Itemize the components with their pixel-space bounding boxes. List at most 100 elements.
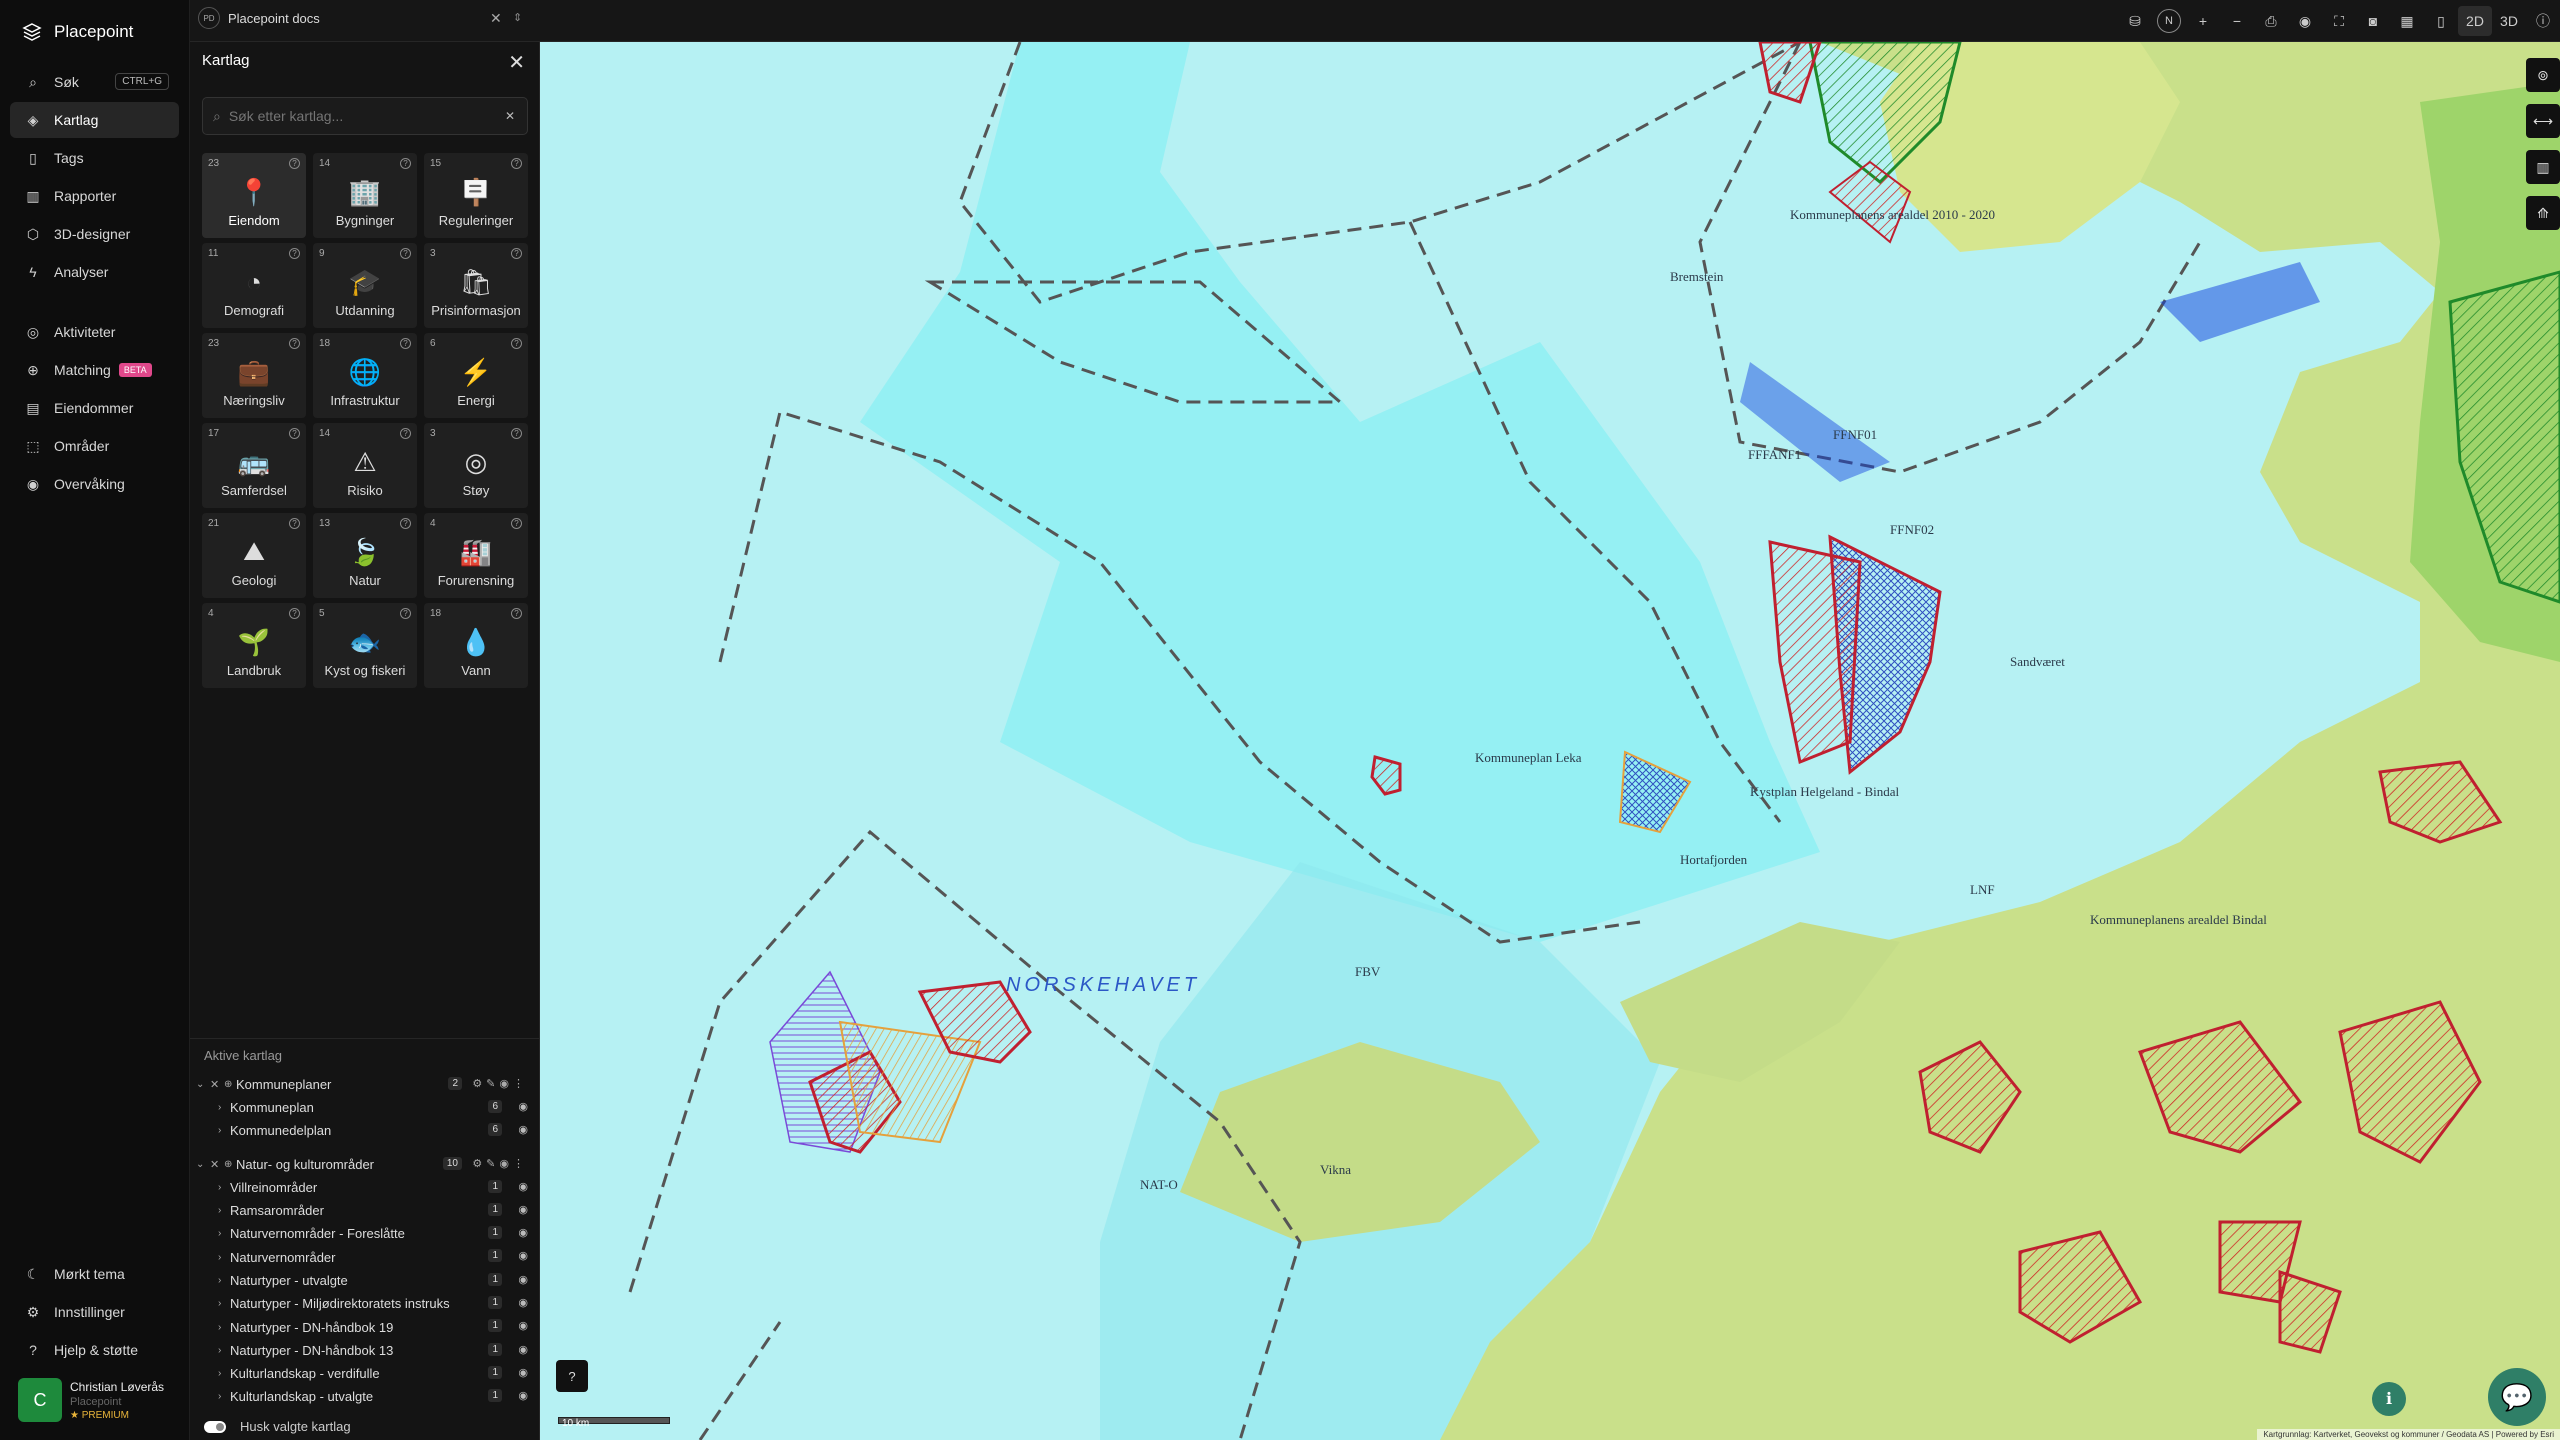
layer-row[interactable]: › Kulturlandskap - verdifulle 1 ◉ — [190, 1362, 540, 1385]
eye-icon[interactable]: ◉ — [518, 1100, 528, 1113]
eye-icon[interactable]: ◉ — [518, 1273, 528, 1286]
map-tool-chart-icon[interactable]: ▥ — [2526, 150, 2560, 184]
info-icon[interactable]: ? — [511, 428, 522, 439]
info-icon[interactable]: ? — [400, 158, 411, 169]
info-button[interactable]: ℹ — [2372, 1382, 2406, 1416]
category-prisinformasjon[interactable]: 3? 🛍 Prisinformasjon — [424, 243, 528, 328]
layer-row[interactable]: › Kommunedelplan 6 ◉ — [190, 1119, 540, 1142]
layer-group[interactable]: ⌄ ✕ ⊕ Kommuneplaner 2 ⚙✎◉⋮ — [190, 1073, 540, 1096]
dark-theme-toggle[interactable]: ☾ Mørkt tema — [10, 1256, 180, 1292]
eye-icon[interactable]: ◉ — [518, 1366, 528, 1379]
info-icon[interactable]: ? — [289, 428, 300, 439]
nav-item-kartlag[interactable]: ◈ Kartlag — [10, 102, 179, 138]
chevron-right-icon[interactable]: › — [218, 1228, 230, 1239]
eye-icon[interactable]: ◉ — [518, 1319, 528, 1332]
chevron-right-icon[interactable]: › — [218, 1102, 230, 1113]
info-icon[interactable]: ? — [289, 608, 300, 619]
map-tool-measure-icon[interactable]: ⟷ — [2526, 104, 2560, 138]
info-icon[interactable]: ? — [400, 518, 411, 529]
remove-icon[interactable]: ✕ — [210, 1158, 224, 1171]
layers-stack-icon[interactable]: ⛁ — [2118, 0, 2152, 42]
layer-row[interactable]: › Kommuneplan 6 ◉ — [190, 1096, 540, 1119]
chat-button[interactable]: 💬 — [2488, 1368, 2546, 1426]
chevron-right-icon[interactable]: › — [218, 1125, 230, 1136]
info-icon[interactable]: ? — [511, 608, 522, 619]
chevron-right-icon[interactable]: › — [218, 1298, 230, 1309]
settings-link[interactable]: ⚙ Innstillinger — [10, 1294, 180, 1330]
info-icon[interactable]: ? — [511, 158, 522, 169]
chevron-right-icon[interactable]: › — [218, 1275, 230, 1286]
layer-row[interactable]: › Naturvernområder 1 ◉ — [190, 1245, 540, 1268]
category-næringsliv[interactable]: 23? 💼 Næringsliv — [202, 333, 306, 418]
category-støy[interactable]: 3? ◎ Støy — [424, 423, 528, 508]
document-tab[interactable]: PD Placepoint docs — [198, 7, 320, 29]
chevron-right-icon[interactable]: › — [218, 1368, 230, 1379]
nav-item-overvaking[interactable]: ◉ Overvåking — [10, 466, 179, 502]
category-vann[interactable]: 18? 💧 Vann — [424, 603, 528, 688]
grid-icon[interactable]: ▦ — [2390, 0, 2424, 42]
layer-row[interactable]: › Villreinområder 1 ◉ — [190, 1176, 540, 1199]
user-card[interactable]: C Christian Løverås Placepoint ★ PREMIUM — [18, 1378, 180, 1422]
camera-icon[interactable]: ◙ — [2356, 0, 2390, 42]
category-eiendom[interactable]: 23? 📍 Eiendom — [202, 153, 306, 238]
print-icon[interactable]: ⎙ — [2254, 0, 2288, 42]
chevron-right-icon[interactable]: › — [218, 1252, 230, 1263]
info-icon[interactable]: ? — [511, 338, 522, 349]
chevron-right-icon[interactable]: › — [218, 1322, 230, 1333]
chevron-right-icon[interactable]: › — [218, 1205, 230, 1216]
remember-toggle[interactable] — [204, 1420, 226, 1433]
eye-icon[interactable]: ◉ — [518, 1389, 528, 1402]
category-samferdsel[interactable]: 17? 🚌 Samferdsel — [202, 423, 306, 508]
nav-item-tags[interactable]: ▯ Tags — [10, 140, 179, 176]
nav-item-rapporter[interactable]: ▥ Rapporter — [10, 178, 179, 214]
category-infrastruktur[interactable]: 18? 🌐 Infrastruktur — [313, 333, 417, 418]
info-icon[interactable]: ? — [289, 158, 300, 169]
eye-icon[interactable]: ◉ — [518, 1226, 528, 1239]
eye-icon[interactable]: ◉ — [518, 1296, 528, 1309]
eye-icon[interactable]: ◉ — [518, 1180, 528, 1193]
layer-row[interactable]: › Kulturlandskap - utvalgte 1 ◉ — [190, 1385, 540, 1408]
nav-item-matching[interactable]: ⊕ Matching BETA — [10, 352, 179, 388]
category-utdanning[interactable]: 9? 🎓 Utdanning — [313, 243, 417, 328]
category-energi[interactable]: 6? ⚡ Energi — [424, 333, 528, 418]
info-icon[interactable]: ? — [289, 248, 300, 259]
chevron-updown-icon[interactable]: ⇕ — [513, 11, 522, 24]
compass-button[interactable]: N — [2152, 0, 2186, 42]
info-icon[interactable]: ? — [400, 608, 411, 619]
category-kyst-og-fiskeri[interactable]: 5? 🐟 Kyst og fiskeri — [313, 603, 417, 688]
layer-row[interactable]: › Naturtyper - Miljødirektoratets instruk… — [190, 1292, 540, 1315]
layer-row[interactable]: › Naturtyper - DN-håndbok 19 1 ◉ — [190, 1315, 540, 1338]
group-tools[interactable]: ⚙✎◉⋮ — [472, 1157, 528, 1170]
info-icon[interactable]: ? — [511, 248, 522, 259]
category-natur[interactable]: 13? 🍃 Natur — [313, 513, 417, 598]
info-icon[interactable]: ⓘ — [2526, 0, 2560, 42]
nav-item-3d-designer[interactable]: ⬡ 3D-designer — [10, 216, 179, 252]
fullscreen-icon[interactable]: ⛶ — [2322, 0, 2356, 42]
nav-item-analyser[interactable]: ϟ Analyser — [10, 254, 179, 290]
info-icon[interactable]: ? — [400, 428, 411, 439]
category-geologi[interactable]: 21? ⛰ Geologi — [202, 513, 306, 598]
bookmark-icon[interactable]: ▯ — [2424, 0, 2458, 42]
view-2d-button[interactable]: 2D — [2458, 6, 2492, 36]
eye-icon[interactable]: ◉ — [2288, 0, 2322, 42]
zoom-in-icon[interactable]: + — [2186, 0, 2220, 42]
chevron-right-icon[interactable]: › — [218, 1391, 230, 1402]
nav-item-eiendommer[interactable]: ▤ Eiendommer — [10, 390, 179, 426]
map-help-button[interactable]: ? — [556, 1360, 588, 1392]
info-icon[interactable]: ? — [400, 338, 411, 349]
zoom-out-icon[interactable]: − — [2220, 0, 2254, 42]
layer-group[interactable]: ⌄ ✕ ⊕ Natur- og kulturområder 10 ⚙✎◉⋮ — [190, 1153, 540, 1176]
info-icon[interactable]: ? — [511, 518, 522, 529]
info-icon[interactable]: ? — [400, 248, 411, 259]
close-icon[interactable]: ✕ — [490, 10, 502, 27]
category-bygninger[interactable]: 14? 🏢 Bygninger — [313, 153, 417, 238]
category-risiko[interactable]: 14? ⚠ Risiko — [313, 423, 417, 508]
layer-row[interactable]: › Naturtyper - DN-håndbok 13 1 ◉ — [190, 1339, 540, 1362]
chevron-right-icon[interactable]: › — [218, 1345, 230, 1356]
chevron-down-icon[interactable]: ⌄ — [196, 1079, 210, 1090]
eye-icon[interactable]: ◉ — [518, 1203, 528, 1216]
chevron-down-icon[interactable]: ⌄ — [196, 1159, 210, 1170]
nav-item-aktiviteter[interactable]: ◎ Aktiviteter — [10, 314, 179, 350]
info-icon[interactable]: ? — [289, 338, 300, 349]
eye-icon[interactable]: ◉ — [518, 1123, 528, 1136]
